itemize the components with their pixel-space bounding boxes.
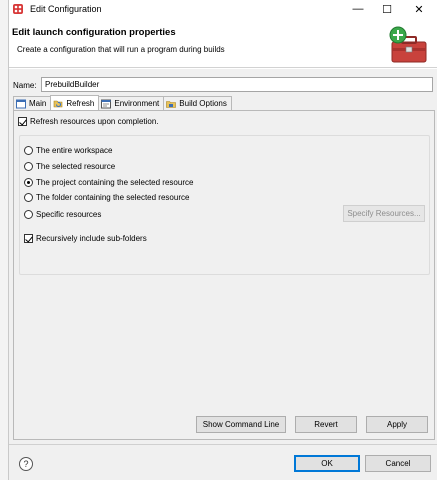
minimize-button[interactable]: — [347,1,369,17]
scope-option-specific-resources[interactable]: Specific resources [24,210,101,219]
show-command-line-button[interactable]: Show Command Line [196,416,286,433]
tab-main[interactable]: Main [13,96,52,110]
build-options-tab-icon [166,100,177,108]
main-tab-icon [16,99,26,108]
refresh-tab-icon [54,100,63,108]
tab-refresh-label: Refresh [66,98,95,108]
tab-refresh[interactable]: Refresh [50,95,100,110]
entire-workspace-radio[interactable] [24,146,33,155]
tab-main-label: Main [29,99,47,108]
title-bar: Edit Configuration — ☐ ✕ [9,0,437,18]
ok-button[interactable]: OK [294,455,360,472]
toolbox-icon [389,26,427,63]
tab-build-options-label: Build Options [179,99,227,108]
background-window-edge [0,0,8,480]
cancel-button[interactable]: Cancel [365,455,431,472]
selected-resource-radio[interactable] [24,162,33,171]
window-title: Edit Configuration [30,4,102,14]
recursive-checkbox[interactable] [24,234,33,243]
name-label: Name: [13,81,37,90]
entire-workspace-label: The entire workspace [36,146,113,155]
refresh-upon-completion-checkbox[interactable] [18,117,27,126]
close-button[interactable]: ✕ [408,1,430,17]
project-radio[interactable] [24,178,33,187]
scope-option-folder[interactable]: The folder containing the selected resou… [24,193,189,202]
refresh-scope-group: The entire workspace The selected resour… [19,135,430,275]
environment-tab-icon [101,99,112,108]
header-banner: Edit launch configuration properties Cre… [9,21,437,68]
tab-bar: Main Refresh Environment Build Options [13,95,232,110]
maximize-icon: ☐ [382,3,392,16]
scope-option-selected-resource[interactable]: The selected resource [24,162,115,171]
banner-subtitle: Create a configuration that will run a p… [17,45,225,54]
tab-build-options[interactable]: Build Options [163,96,232,110]
edit-configuration-dialog: Edit Configuration — ☐ ✕ Edit launch con… [8,0,437,480]
specific-resources-label: Specific resources [36,210,102,219]
recursive-row[interactable]: Recursively include sub-folders [24,234,147,243]
app-icon [13,4,23,14]
recursive-label: Recursively include sub-folders [36,234,147,243]
folder-radio[interactable] [24,193,33,202]
scope-option-entire-workspace[interactable]: The entire workspace [24,146,112,155]
tab-environment[interactable]: Environment [98,96,165,110]
dialog-content: Name: PrebuildBuilder Main Refresh Envir… [9,69,437,480]
name-input[interactable]: PrebuildBuilder [41,77,433,92]
banner-title: Edit launch configuration properties [12,27,176,38]
project-label: The project containing the selected reso… [36,178,194,187]
close-icon: ✕ [414,3,424,16]
maximize-button[interactable]: ☐ [376,1,398,17]
footer-separator [9,444,437,445]
refresh-tab-panel: Refresh resources upon completion. The e… [13,110,435,440]
help-icon[interactable]: ? [19,457,33,471]
specify-resources-button[interactable]: Specify Resources... [343,205,425,222]
folder-label: The folder containing the selected resou… [36,193,190,202]
revert-button[interactable]: Revert [295,416,357,433]
selected-resource-label: The selected resource [36,162,116,171]
specific-resources-radio[interactable] [24,210,33,219]
tab-environment-label: Environment [114,99,160,108]
refresh-upon-completion-label: Refresh resources upon completion. [30,117,159,126]
minimize-icon: — [352,3,364,15]
refresh-upon-completion-row[interactable]: Refresh resources upon completion. [18,117,159,126]
apply-button[interactable]: Apply [366,416,428,433]
scope-option-project[interactable]: The project containing the selected reso… [24,178,193,187]
